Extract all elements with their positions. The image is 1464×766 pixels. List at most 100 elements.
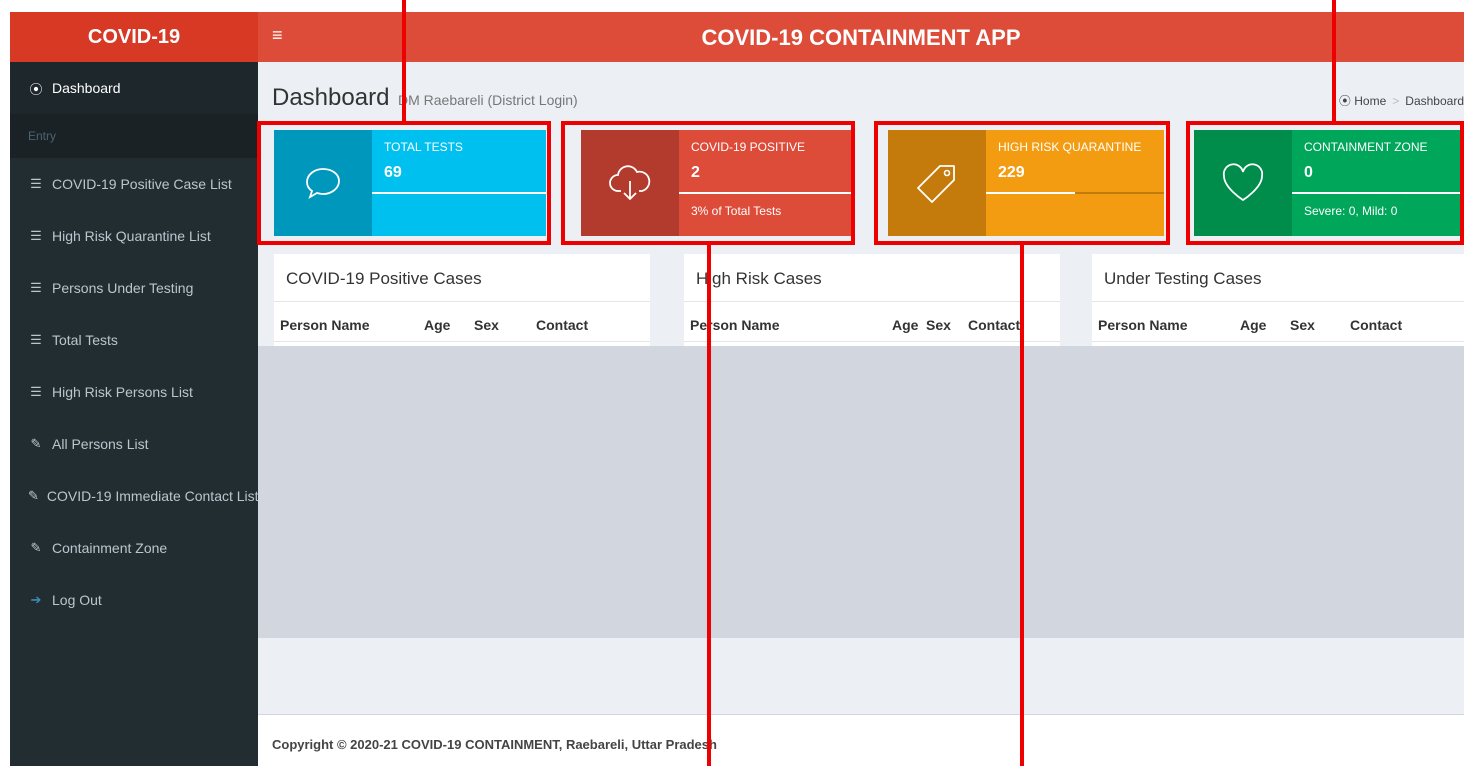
sidebar-item-label: Total Tests	[52, 332, 118, 348]
sidebar-item-immediate-contact-list[interactable]: ✎ COVID-19 Immediate Contact List	[10, 470, 258, 522]
sidebar-section-header: Entry	[10, 114, 258, 158]
info-box-number: 69	[384, 164, 402, 181]
info-box-icon-area	[274, 130, 372, 236]
info-box-icon-area	[888, 130, 986, 236]
edit-icon: ✎	[28, 488, 39, 503]
panel-under-testing-cases: Under Testing Cases Person Name Age Sex …	[1092, 254, 1464, 354]
column-header-age[interactable]: Age	[892, 317, 918, 333]
sidebar-item-label: High Risk Persons List	[52, 384, 193, 400]
info-box-description: 3% of Total Tests	[691, 204, 782, 218]
info-box-progress	[372, 192, 546, 194]
info-box-progress-bar	[372, 192, 546, 194]
sidebar-item-label: All Persons List	[52, 436, 149, 452]
sidebar-item-label: COVID-19 Immediate Contact List	[46, 488, 258, 504]
panel-divider	[684, 301, 1060, 302]
info-box-progress	[986, 192, 1164, 194]
sidebar-item-high-risk-quarantine-list[interactable]: ☰ High Risk Quarantine List	[10, 210, 258, 262]
logout-icon: ➔	[30, 592, 42, 607]
footer-copyright: Copyright © 2020-21 COVID-19 CONTAINMENT…	[272, 737, 717, 752]
cloud-download-icon	[609, 165, 651, 201]
column-header-sex[interactable]: Sex	[474, 317, 499, 333]
sidebar-item-label: Dashboard	[52, 80, 121, 96]
info-box-description: Severe: 0, Mild: 0	[1304, 204, 1398, 218]
list-icon: ☰	[30, 384, 42, 399]
panel-title: Under Testing Cases	[1104, 269, 1262, 288]
info-box-content: TOTAL TESTS 69	[372, 130, 546, 236]
column-header-person-name[interactable]: Person Name	[690, 317, 779, 333]
sidebar-item-logout[interactable]: ➔ Log Out	[10, 574, 258, 626]
list-icon: ☰	[30, 332, 42, 347]
column-header-contact[interactable]: Contact	[1350, 317, 1402, 333]
panel-divider	[274, 301, 650, 302]
panel-row-divider	[684, 341, 1060, 342]
sidebar-item-total-tests[interactable]: ☰ Total Tests	[10, 314, 258, 366]
loading-overlay	[258, 346, 1464, 638]
info-box-covid-positive[interactable]: COVID-19 POSITIVE 2 3% of Total Tests	[581, 130, 853, 236]
footer: Copyright © 2020-21 COVID-19 CONTAINMENT…	[258, 714, 1464, 766]
app-frame: COVID-19 ≡ COVID-19 CONTAINMENT APP ⦿ Da…	[0, 0, 1464, 766]
dashboard-icon: ⦿	[29, 81, 43, 97]
column-header-contact[interactable]: Contact	[968, 317, 1020, 333]
info-box-label: HIGH RISK QUARANTINE	[998, 140, 1142, 154]
info-box-progress-bar	[986, 192, 1075, 194]
panel-title: COVID-19 Positive Cases	[286, 269, 482, 288]
panel-title: High Risk Cases	[696, 269, 822, 288]
info-box-icon-area	[1194, 130, 1292, 236]
sidebar-item-label: Log Out	[52, 592, 102, 608]
panel-row-divider	[1092, 341, 1464, 342]
column-header-contact[interactable]: Contact	[536, 317, 588, 333]
panel-row-divider	[274, 341, 650, 342]
info-box-progress-bar	[679, 192, 853, 194]
dashboard-icon: ⦿	[1338, 94, 1351, 108]
column-header-person-name[interactable]: Person Name	[1098, 317, 1187, 333]
info-box-number: 2	[691, 164, 700, 181]
panel-divider	[1092, 301, 1464, 302]
sidebar-item-persons-under-testing[interactable]: ☰ Persons Under Testing	[10, 262, 258, 314]
info-box-label: CONTAINMENT ZONE	[1304, 140, 1428, 154]
info-box-high-risk-quarantine[interactable]: HIGH RISK QUARANTINE 229	[888, 130, 1164, 236]
page-subtitle: DM Raebareli (District Login)	[398, 92, 578, 108]
breadcrumb-separator: >	[1392, 94, 1400, 108]
breadcrumb-home[interactable]: Home	[1354, 94, 1386, 108]
info-box-label: COVID-19 POSITIVE	[691, 140, 806, 154]
column-header-sex[interactable]: Sex	[1290, 317, 1315, 333]
sidebar-item-positive-case-list[interactable]: ☰ COVID-19 Positive Case List	[10, 158, 258, 210]
app-title: COVID-19 CONTAINMENT APP	[701, 25, 1021, 50]
info-box-total-tests[interactable]: TOTAL TESTS 69	[274, 130, 546, 236]
app-logo[interactable]: COVID-19	[10, 12, 258, 62]
panel-positive-cases: COVID-19 Positive Cases Person Name Age …	[274, 254, 650, 354]
breadcrumb: ⦿ Home > Dashboard	[1339, 92, 1464, 109]
tag-icon	[917, 165, 955, 203]
breadcrumb-current: Dashboard	[1405, 94, 1464, 108]
sidebar-item-label: High Risk Quarantine List	[52, 228, 211, 244]
sidebar: ⦿ Dashboard Entry ☰ COVID-19 Positive Ca…	[10, 62, 258, 766]
info-box-content: HIGH RISK QUARANTINE 229	[986, 130, 1164, 236]
list-icon: ☰	[30, 176, 42, 191]
column-header-age[interactable]: Age	[424, 317, 450, 333]
info-box-progress	[679, 192, 853, 194]
column-header-sex[interactable]: Sex	[926, 317, 951, 333]
info-box-content: COVID-19 POSITIVE 2 3% of Total Tests	[679, 130, 853, 236]
sidebar-item-containment-zone[interactable]: ✎ Containment Zone	[10, 522, 258, 574]
top-navbar: ≡ COVID-19 CONTAINMENT APP	[258, 12, 1464, 62]
sidebar-item-label: COVID-19 Positive Case List	[52, 176, 232, 192]
info-box-progress-bar	[1292, 192, 1464, 194]
sidebar-item-all-persons-list[interactable]: ✎ All Persons List	[10, 418, 258, 470]
main-content: Dashboard DM Raebareli (District Login) …	[258, 62, 1464, 766]
info-box-progress	[1292, 192, 1464, 194]
heart-icon	[1222, 163, 1264, 202]
sidebar-item-label: Persons Under Testing	[52, 280, 194, 296]
page-title: Dashboard	[272, 84, 390, 111]
column-header-person-name[interactable]: Person Name	[280, 317, 369, 333]
info-box-content: CONTAINMENT ZONE 0 Severe: 0, Mild: 0	[1292, 130, 1464, 236]
column-header-age[interactable]: Age	[1240, 317, 1266, 333]
list-icon: ☰	[30, 280, 42, 295]
edit-icon: ✎	[30, 436, 42, 451]
info-box-containment-zone[interactable]: CONTAINMENT ZONE 0 Severe: 0, Mild: 0	[1194, 130, 1464, 236]
panel-high-risk-cases: High Risk Cases Person Name Age Sex Cont…	[684, 254, 1060, 354]
sidebar-item-high-risk-persons-list[interactable]: ☰ High Risk Persons List	[10, 366, 258, 418]
sidebar-item-label: Containment Zone	[52, 540, 168, 556]
info-box-number: 229	[998, 164, 1025, 181]
sidebar-item-dashboard[interactable]: ⦿ Dashboard	[10, 62, 258, 114]
info-box-number: 0	[1304, 164, 1313, 181]
